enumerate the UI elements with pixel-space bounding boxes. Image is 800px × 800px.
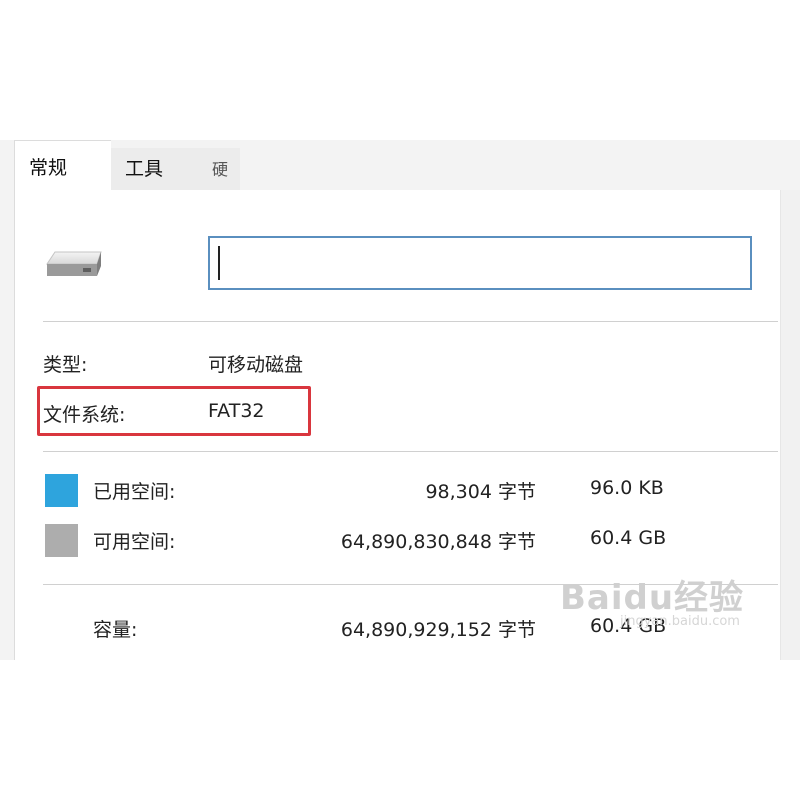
tab-tools[interactable]: 工具 (110, 148, 202, 190)
watermark-sub: jingyan.baidu.com (620, 614, 740, 629)
free-space-bytes: 64,890,830,848 字节 (340, 531, 536, 553)
tab-tools-label: 工具 (125, 158, 164, 180)
free-space-size: 60.4 GB (590, 527, 667, 549)
watermark-main: Baidu经验 (560, 578, 745, 618)
divider-middle (43, 451, 778, 452)
filesystem-value: FAT32 (208, 400, 265, 422)
used-space-size: 96.0 KB (590, 477, 664, 499)
tab-hardware[interactable]: 硬 (200, 148, 240, 190)
text-caret (218, 246, 220, 280)
type-label: 类型: (43, 354, 88, 376)
drive-name-input[interactable] (208, 236, 752, 290)
panel-border (780, 190, 781, 660)
capacity-bytes: 64,890,929,152 字节 (340, 619, 536, 641)
removable-drive-icon (46, 251, 102, 276)
filesystem-label: 文件系统: (43, 404, 126, 426)
used-space-swatch (45, 474, 78, 507)
free-space-label: 可用空间: (93, 531, 176, 553)
tab-general[interactable]: 常规 (14, 140, 111, 193)
type-value: 可移动磁盘 (208, 354, 304, 376)
tab-general-label: 常规 (29, 157, 68, 179)
capacity-label: 容量: (93, 619, 138, 641)
used-space-bytes: 98,304 字节 (425, 481, 536, 503)
divider-top (43, 321, 778, 322)
baidu-watermark: Baidu经验 jingyan.baidu.com (560, 570, 745, 629)
tab-hardware-label: 硬 (212, 160, 229, 179)
used-space-label: 已用空间: (93, 481, 176, 503)
dialog-edge (780, 190, 800, 660)
free-space-swatch (45, 524, 78, 557)
